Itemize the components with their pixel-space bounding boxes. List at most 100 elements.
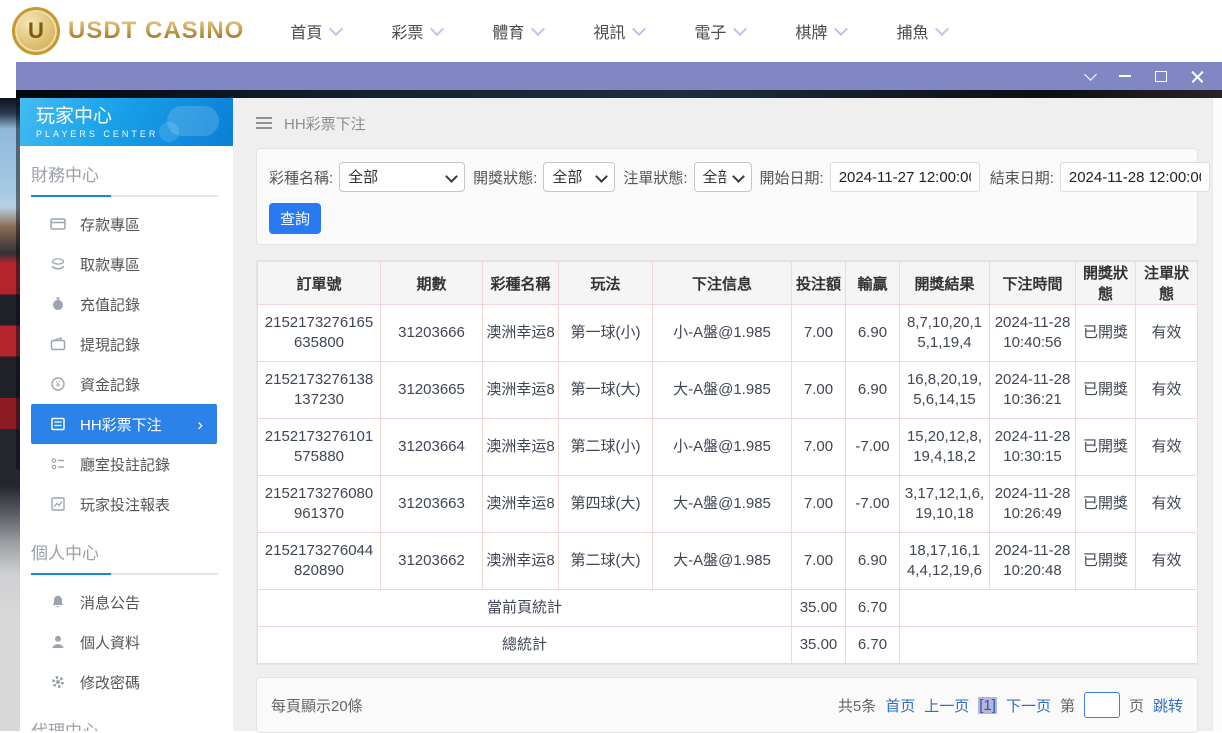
sidebar-title: 玩家中心: [36, 105, 113, 127]
sidebar-item-recharge-record[interactable]: 充值記錄: [31, 284, 217, 324]
logo-letter: U: [28, 18, 44, 43]
sidebar-item-label: 個人資料: [80, 634, 141, 652]
cell: 已開獎: [1075, 361, 1136, 419]
sidebar-item-withdrawal-record[interactable]: 提現記錄: [31, 324, 217, 364]
cell: 大-A盤@1.985: [652, 475, 792, 533]
chevron-down-icon: [935, 21, 950, 36]
section-underline: [31, 195, 218, 197]
chevron-down-icon: [733, 21, 748, 36]
lottery-name-select-wrap: 全部: [339, 162, 466, 192]
brand-logo[interactable]: U USDT CASINO: [12, 7, 244, 55]
search-button[interactable]: 查詢: [269, 203, 321, 234]
sidebar-item-funds-record[interactable]: ¥ 資金記錄: [31, 364, 217, 404]
table-row: 2152173276044820890 31203662 澳洲幸运8 第二球(大) 大-…: [257, 532, 1198, 590]
prev-page-link[interactable]: 上一页: [924, 695, 969, 716]
sidebar-item-bell[interactable]: 消息公告: [31, 582, 217, 622]
nav-item[interactable]: 棋牌: [795, 19, 849, 43]
table-row: 2152173276101575880 31203664 澳洲幸运8 第二球(小) 小-…: [257, 418, 1198, 476]
hamburger-icon[interactable]: [256, 122, 272, 124]
cell: 有效: [1135, 532, 1198, 590]
funds-record-icon: ¥: [50, 376, 68, 392]
sidebar-item-lottery-bets[interactable]: HH彩票下注 ›: [31, 404, 217, 444]
nav-item[interactable]: 捕魚: [896, 19, 950, 43]
window-chevron-down-icon[interactable]: [1084, 68, 1097, 81]
sidebar-section-header: 代理中心: [20, 702, 233, 731]
page-jump-input[interactable]: [1083, 692, 1120, 718]
cell: [899, 589, 1198, 627]
nav-item[interactable]: 電子: [694, 19, 748, 43]
window-titlebar: [16, 62, 1222, 90]
cell: 總統計: [257, 626, 792, 664]
person-icon: [50, 634, 68, 650]
start-date-input[interactable]: [829, 162, 980, 192]
sidebar-item-room-bets[interactable]: 廳室投註記錄: [31, 444, 217, 484]
page-size-text: 每頁顯示20條: [271, 697, 363, 715]
end-date-input[interactable]: [1059, 162, 1210, 192]
sidebar-item-gear[interactable]: 修改密碼: [31, 662, 217, 702]
window-maximize-icon[interactable]: [1155, 70, 1167, 82]
jump-prefix-label: 第: [1059, 697, 1075, 715]
cell: 已開獎: [1075, 418, 1136, 476]
cell: 2152173276080961370: [257, 475, 381, 533]
first-page-link[interactable]: 首页: [885, 695, 915, 716]
sidebar-item-withdraw[interactable]: 取款專區: [31, 244, 217, 284]
column-header: 玩法: [558, 261, 653, 305]
window-minimize-icon[interactable]: [1119, 75, 1131, 77]
column-header: 輸贏: [845, 261, 900, 305]
breadcrumb: HH彩票下注: [233, 98, 1212, 148]
cell: 大-A盤@1.985: [652, 361, 792, 419]
cell: 第二球(小): [558, 418, 653, 476]
draw-status-select-wrap: 全部: [543, 162, 616, 192]
sidebar-item-label: 充值記錄: [80, 296, 141, 314]
recharge-record-icon: [50, 296, 68, 312]
sidebar-item-report[interactable]: 玩家投注報表: [31, 484, 217, 524]
lottery-name-select[interactable]: 全部: [340, 163, 465, 191]
bets-table: 訂單號 期數 彩種名稱 玩法 下注信息 投注額 輸贏 開獎結果 下注時間 開獎狀態 注單狀態 215…: [257, 261, 1198, 664]
cell: 8,7,10,20,15,1,19,4: [899, 304, 990, 362]
column-header: 開獎結果: [899, 261, 990, 305]
table-row: 2152173276080961370 31203663 澳洲幸运8 第四球(大) 大-…: [257, 475, 1198, 533]
sidebar-section-title: 代理中心: [31, 717, 217, 731]
sidebar-menu: 財務中心 存款專區 取款專區 充值記錄 提現記錄 ¥ 資金記錄 HH彩票下注 › 廳室投註記錄 玩家…: [20, 146, 233, 731]
current-page-indicator[interactable]: [1]: [978, 696, 997, 714]
sidebar-section-header: 個人中心: [20, 524, 233, 582]
cell: 2024-11-28 10:26:49: [989, 475, 1076, 533]
column-header: 下注信息: [652, 261, 792, 305]
cell: 7.00: [791, 475, 846, 533]
cell: 31203665: [380, 361, 483, 419]
total-count-text: 共5条: [837, 697, 877, 715]
cell: 第四球(大): [558, 475, 653, 533]
nav-item[interactable]: 首頁: [290, 19, 344, 43]
order-status-select[interactable]: 全部: [694, 163, 751, 191]
next-page-link[interactable]: 下一页: [1006, 695, 1051, 716]
chevron-down-icon: [430, 21, 445, 36]
window-background-strip: [16, 90, 1222, 98]
chevron-right-icon: ›: [197, 414, 203, 434]
cell: 小-A盤@1.985: [652, 304, 792, 362]
column-header: 訂單號: [257, 261, 381, 305]
jump-button[interactable]: 跳转: [1153, 695, 1183, 716]
draw-status-select[interactable]: 全部: [544, 163, 615, 191]
nav-item[interactable]: 彩票: [391, 19, 445, 43]
bets-table-wrap: 訂單號 期數 彩種名稱 玩法 下注信息 投注額 輸贏 開獎結果 下注時間 開獎狀態 注單狀態 215…: [256, 260, 1198, 665]
sidebar-item-deposit[interactable]: 存款專區: [31, 204, 217, 244]
section-underline: [31, 573, 218, 575]
cell: 31203662: [380, 532, 483, 590]
gear-icon: [50, 674, 68, 690]
order-status-select-wrap: 全部: [693, 162, 752, 192]
window-close-icon[interactable]: [1191, 70, 1204, 83]
scrollbar-track[interactable]: [1212, 98, 1222, 731]
nav-item[interactable]: 視訊: [593, 19, 647, 43]
column-header: 下注時間: [989, 261, 1076, 305]
main-nav: 首頁 彩票 體育 視訊 電子 棋牌 捕魚: [290, 19, 950, 43]
nav-item-label: 電子: [694, 25, 727, 42]
nav-item-label: 捕魚: [896, 25, 929, 42]
cell: 小-A盤@1.985: [652, 418, 792, 476]
draw-status-label: 開獎狀態:: [473, 169, 538, 187]
sidebar-item-person[interactable]: 個人資料: [31, 622, 217, 662]
cell: 2024-11-28 10:36:21: [989, 361, 1076, 419]
cell: 有效: [1135, 361, 1198, 419]
cell: 澳洲幸运8: [482, 304, 559, 362]
chevron-down-icon: [834, 21, 849, 36]
nav-item[interactable]: 體育: [492, 19, 546, 43]
